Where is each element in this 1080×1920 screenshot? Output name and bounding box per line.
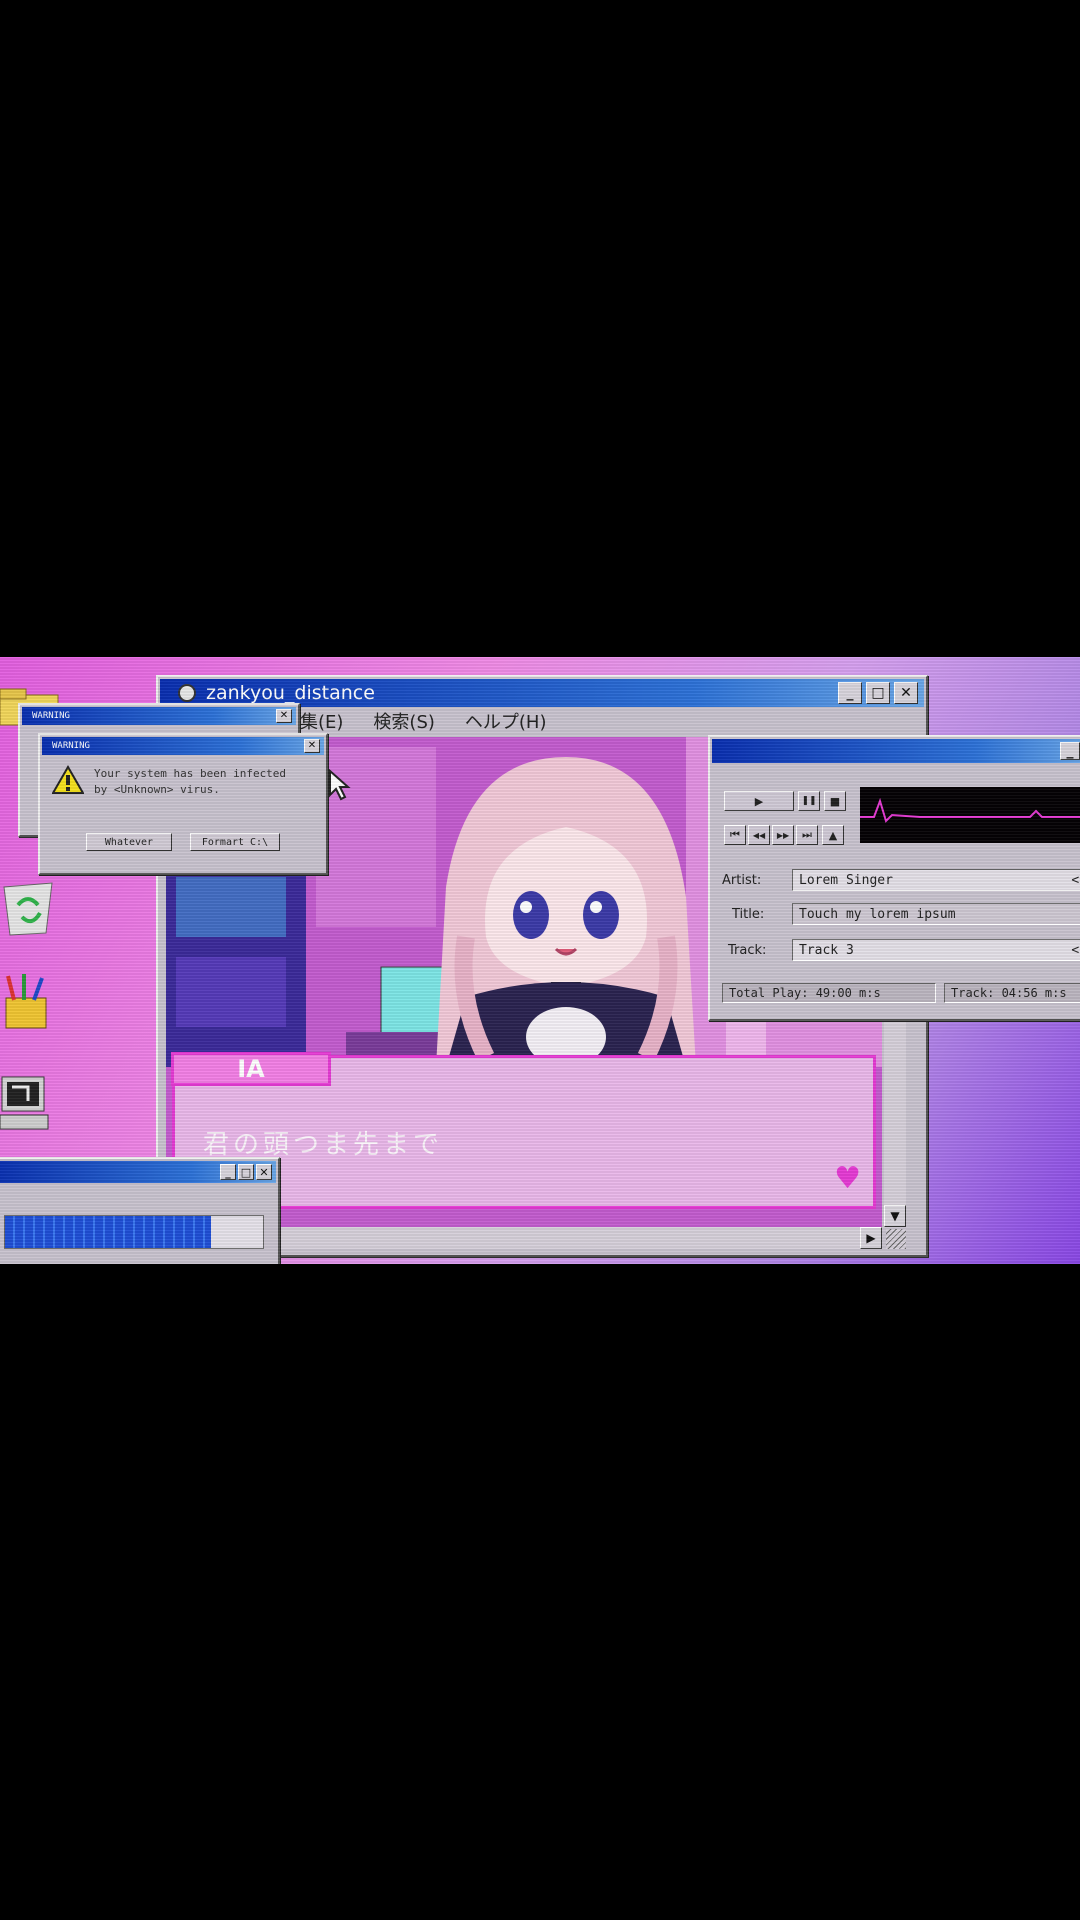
paint-cup-icon[interactable] bbox=[2, 972, 52, 1032]
artist-field[interactable]: Lorem Singer <D bbox=[792, 869, 1080, 891]
menu-edit[interactable]: 集(E) bbox=[300, 708, 343, 734]
progress-bar bbox=[4, 1215, 264, 1249]
heart-icon[interactable]: ♥ bbox=[834, 1164, 861, 1194]
recycle-bin-icon[interactable] bbox=[0, 877, 56, 937]
speaker-nameplate: IA bbox=[171, 1052, 331, 1086]
track-suffix: <0 bbox=[1071, 942, 1080, 958]
progress-close-button[interactable]: ✕ bbox=[256, 1164, 272, 1180]
eject-button[interactable]: ▲ bbox=[822, 825, 844, 845]
artist-value: Lorem Singer bbox=[799, 872, 893, 888]
resize-grip[interactable] bbox=[886, 1229, 906, 1249]
menu-search[interactable]: 検索(S) bbox=[373, 708, 434, 734]
desktop: zankyou_distance _ □ ✕ 集(E) 検索(S) ヘルプ(H) bbox=[0, 657, 1080, 1264]
window-title: zankyou_distance bbox=[206, 682, 375, 704]
player-minimize-button[interactable]: _ bbox=[1060, 742, 1080, 760]
window-app-icon bbox=[178, 684, 196, 702]
total-play-text: Total Play: 49:00 m:s bbox=[729, 986, 881, 1000]
cursor-icon bbox=[328, 768, 352, 803]
scroll-down-button[interactable]: ▼ bbox=[884, 1205, 906, 1227]
format-button[interactable]: Formart C:\ bbox=[190, 833, 280, 851]
minimize-button[interactable]: _ bbox=[838, 682, 862, 704]
prev-track-button[interactable]: ⏮ bbox=[724, 825, 746, 845]
progress-fill bbox=[5, 1216, 212, 1248]
waveform-display bbox=[860, 787, 1080, 843]
progress-maximize-button[interactable]: □ bbox=[238, 1164, 254, 1180]
dialogue-text: 君の頭つま先まで bbox=[203, 1130, 444, 1160]
media-player-window[interactable]: _ ▶ ❚❚ ■ ⏮ ◀◀ ▶▶ ⏭ ▲ Artist: Lorem Singe… bbox=[708, 735, 1080, 1021]
track-time-text: Track: 04:56 m:s bbox=[951, 986, 1067, 1000]
artist-label: Artist: bbox=[722, 873, 762, 888]
stop-button[interactable]: ■ bbox=[824, 791, 846, 811]
artist-suffix: <D bbox=[1071, 872, 1080, 888]
title-value: Touch my lorem ipsum bbox=[799, 906, 956, 922]
whatever-button[interactable]: Whatever bbox=[86, 833, 172, 851]
menu-help[interactable]: ヘルプ(H) bbox=[465, 708, 547, 734]
fast-forward-button[interactable]: ▶▶ bbox=[772, 825, 794, 845]
track-value: Track 3 bbox=[799, 942, 854, 958]
track-label: Track: bbox=[728, 943, 767, 958]
maximize-button[interactable]: □ bbox=[866, 682, 890, 704]
warning-back-close-button[interactable]: ✕ bbox=[276, 709, 292, 723]
warning-dialog[interactable]: WARNING ✕ Your system has been infected … bbox=[38, 733, 328, 875]
warning-title: WARNING bbox=[52, 741, 90, 751]
title-field[interactable]: Touch my lorem ipsum bbox=[792, 903, 1080, 925]
track-time-status: Track: 04:56 m:s bbox=[944, 983, 1080, 1003]
progress-minimize-button[interactable]: _ bbox=[220, 1164, 236, 1180]
rewind-button[interactable]: ◀◀ bbox=[748, 825, 770, 845]
play-button[interactable]: ▶ bbox=[724, 791, 794, 811]
warning-close-button[interactable]: ✕ bbox=[304, 739, 320, 753]
scroll-right-button[interactable]: ▶ bbox=[860, 1227, 882, 1249]
warning-message-line2: by <Unknown> virus. bbox=[94, 783, 220, 796]
warning-icon bbox=[51, 764, 85, 795]
warning-message-line1: Your system has been infected bbox=[94, 767, 287, 780]
speaker-name: IA bbox=[237, 1055, 265, 1083]
title-label: Title: bbox=[732, 907, 765, 922]
computer-icon[interactable] bbox=[0, 1075, 52, 1133]
next-track-button[interactable]: ⏭ bbox=[796, 825, 818, 845]
track-field[interactable]: Track 3 <0 bbox=[792, 939, 1080, 961]
close-button[interactable]: ✕ bbox=[894, 682, 918, 704]
warning-back-title: WARNING bbox=[32, 711, 70, 721]
total-play-status: Total Play: 49:00 m:s bbox=[722, 983, 936, 1003]
pause-button[interactable]: ❚❚ bbox=[798, 791, 820, 811]
progress-window[interactable]: _ □ ✕ bbox=[0, 1157, 280, 1264]
